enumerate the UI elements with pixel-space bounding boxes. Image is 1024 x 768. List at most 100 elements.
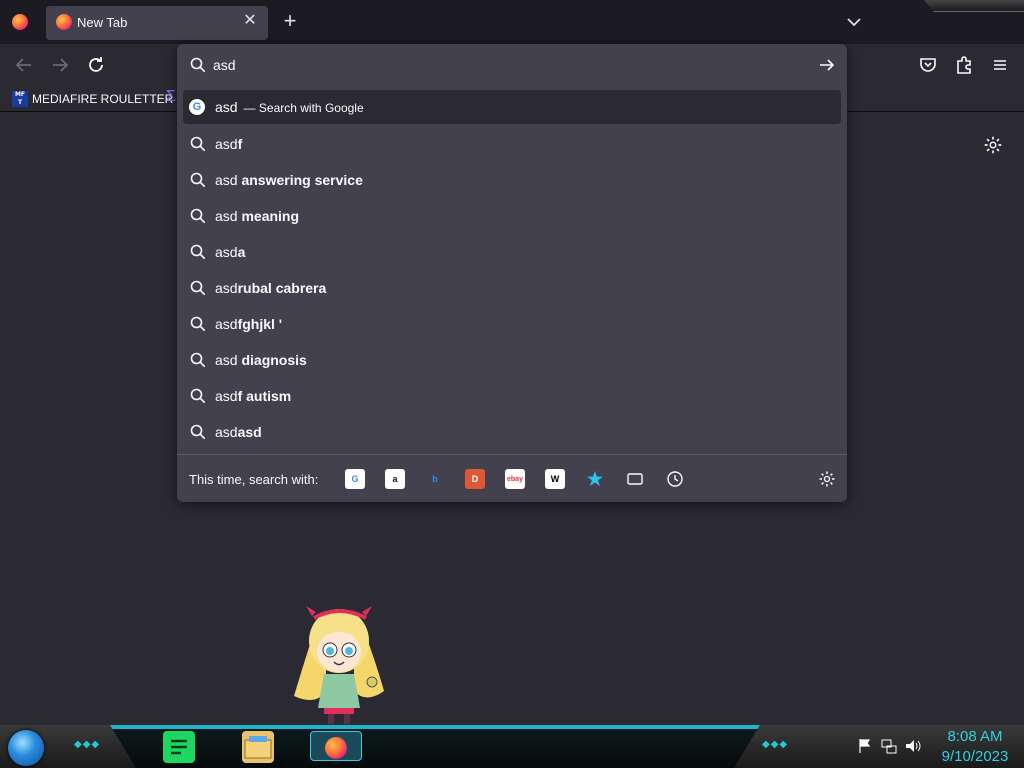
- result-typed-part: asd: [215, 244, 238, 260]
- search-icon: [189, 315, 207, 333]
- search-suggestion-item[interactable]: asd meaning: [183, 198, 841, 234]
- urlbar-input[interactable]: [213, 56, 793, 74]
- result-text: asd — Search with Google: [215, 99, 364, 115]
- reload-icon[interactable]: [84, 53, 108, 77]
- firefox-menu-icon[interactable]: [12, 14, 28, 30]
- result-suggested-part: asd: [237, 424, 262, 440]
- result-typed-part: asd: [215, 208, 242, 224]
- urlbar-dropdown: Gasd— Search with Googleasdfasd answerin…: [177, 44, 847, 502]
- window-frame-decoration: [924, 0, 1024, 12]
- result-suggested-part: rubal cabrera: [237, 280, 327, 296]
- result-suggested-part: answering service: [241, 172, 363, 188]
- taskbar-clock[interactable]: 8:08 AM 9/10/2023: [932, 727, 1018, 767]
- network-icon[interactable]: [880, 737, 898, 755]
- search-suggestion-item[interactable]: asdf: [183, 126, 841, 162]
- desktop-character-sticker: [286, 596, 392, 726]
- back-arrow-icon[interactable]: [12, 53, 36, 77]
- result-text: asdf autism: [215, 388, 291, 404]
- clock-date: 9/10/2023: [941, 748, 1009, 765]
- duckduckgo-icon[interactable]: D: [465, 469, 485, 489]
- bookmark-sigma-icon[interactable]: Σ: [166, 88, 176, 106]
- system-tray: [856, 737, 922, 755]
- search-icon: [189, 171, 207, 189]
- result-text: asdfghjkl ': [215, 316, 282, 332]
- close-tab-icon[interactable]: ✕: [240, 11, 260, 31]
- clock-time: 8:08 AM: [947, 728, 1003, 745]
- go-arrow-icon[interactable]: [817, 55, 837, 75]
- tab-strip: New Tab ✕ +: [0, 0, 1024, 44]
- urlbar-results: Gasd — Search with Google asdf asd answerin…: [183, 90, 841, 450]
- search-suggestion-item[interactable]: asdf autism: [183, 378, 841, 414]
- result-text: asdf: [215, 136, 242, 152]
- action-center-flag-icon[interactable]: [856, 737, 874, 755]
- result-typed-part: asd: [215, 99, 238, 115]
- result-suggested-part: diagnosis: [241, 352, 307, 368]
- taskbar-notes-app-icon[interactable]: [163, 731, 195, 763]
- newtab-settings-gear-icon[interactable]: [982, 134, 1004, 156]
- urlbar-input-row: [177, 44, 847, 86]
- taskbar-decoration: [110, 725, 760, 768]
- search-icon: [189, 423, 207, 441]
- result-text: asd meaning: [215, 208, 299, 224]
- result-search-with-google[interactable]: Gasd — Search with Google: [183, 90, 841, 124]
- result-text: asdrubal cabrera: [215, 280, 326, 296]
- tab-new-tab[interactable]: New Tab ✕: [46, 6, 268, 40]
- mediafire-favicon-icon: MF T: [12, 91, 28, 107]
- tab-title: New Tab: [77, 15, 128, 30]
- history-clock-icon[interactable]: [665, 469, 685, 489]
- bookmark-label: MEDIAFIRE ROULETTER: [32, 92, 174, 106]
- search-suggestion-item[interactable]: asdfghjkl ': [183, 306, 841, 342]
- result-typed-part: asd: [215, 280, 238, 296]
- new-tab-button[interactable]: +: [279, 8, 301, 34]
- search-icon: [189, 351, 207, 369]
- search-suggestion-item[interactable]: asdasd: [183, 414, 841, 450]
- search-suggestion-item[interactable]: asda: [183, 234, 841, 270]
- forward-arrow-icon[interactable]: [48, 53, 72, 77]
- bing-icon[interactable]: b: [425, 469, 445, 489]
- search-icon: [189, 387, 207, 405]
- bookmark-mediafire-rouletter[interactable]: MF T MEDIAFIRE ROULETTER: [12, 89, 173, 109]
- result-typed-part: asd: [215, 352, 242, 368]
- result-suggested-part: meaning: [241, 208, 300, 224]
- volume-icon[interactable]: [904, 737, 922, 755]
- firefox-tab-icon: [56, 14, 72, 30]
- search-icon: [189, 279, 207, 297]
- result-typed-part: asd: [215, 172, 242, 188]
- hamburger-menu-icon[interactable]: [988, 53, 1012, 77]
- taskbar-file-explorer-icon[interactable]: [242, 731, 274, 763]
- list-all-tabs-chevron-down-icon[interactable]: [842, 10, 866, 34]
- result-typed-part: asd: [215, 388, 238, 404]
- result-typed-part: asd: [215, 316, 238, 332]
- result-text: asd diagnosis: [215, 352, 307, 368]
- google-icon: G: [189, 99, 207, 117]
- taskbar-arrow-decoration-right: ◆◆◆: [762, 739, 789, 750]
- google-icon[interactable]: G: [345, 469, 365, 489]
- tabs-icon[interactable]: [625, 469, 645, 489]
- result-text: asda: [215, 244, 245, 260]
- result-text: asd answering service: [215, 172, 363, 188]
- result-typed-part: asd: [215, 136, 238, 152]
- wikipedia-icon[interactable]: W: [545, 469, 565, 489]
- search-suggestion-item[interactable]: asdrubal cabrera: [183, 270, 841, 306]
- start-button[interactable]: [8, 730, 44, 766]
- search-icon: [189, 135, 207, 153]
- result-suggested-part: a: [237, 244, 246, 260]
- search-suggestion-item[interactable]: asd answering service: [183, 162, 841, 198]
- result-suggested-part: f: [237, 136, 243, 152]
- search-settings-gear-icon[interactable]: [817, 469, 837, 489]
- search-suggestion-item[interactable]: asd diagnosis: [183, 342, 841, 378]
- taskbar-arrow-decoration: ◆◆◆: [74, 739, 101, 750]
- bookmarks-star-icon[interactable]: ★: [585, 469, 605, 489]
- pocket-icon[interactable]: [916, 53, 940, 77]
- ebay-icon[interactable]: ebay: [505, 469, 525, 489]
- search-icon: [189, 243, 207, 261]
- result-suggested-part: fghjkl ': [237, 316, 283, 332]
- extensions-puzzle-icon[interactable]: [952, 53, 976, 77]
- search-icon: [189, 207, 207, 225]
- taskbar-firefox-icon[interactable]: [310, 731, 362, 761]
- result-text: asdasd: [215, 424, 262, 440]
- result-typed-part: asd: [215, 424, 238, 440]
- one-off-search-bar: This time, search with: Ga b Debay W ★: [177, 454, 847, 502]
- result-action-text: — Search with Google: [243, 101, 364, 115]
- amazon-icon[interactable]: a: [385, 469, 405, 489]
